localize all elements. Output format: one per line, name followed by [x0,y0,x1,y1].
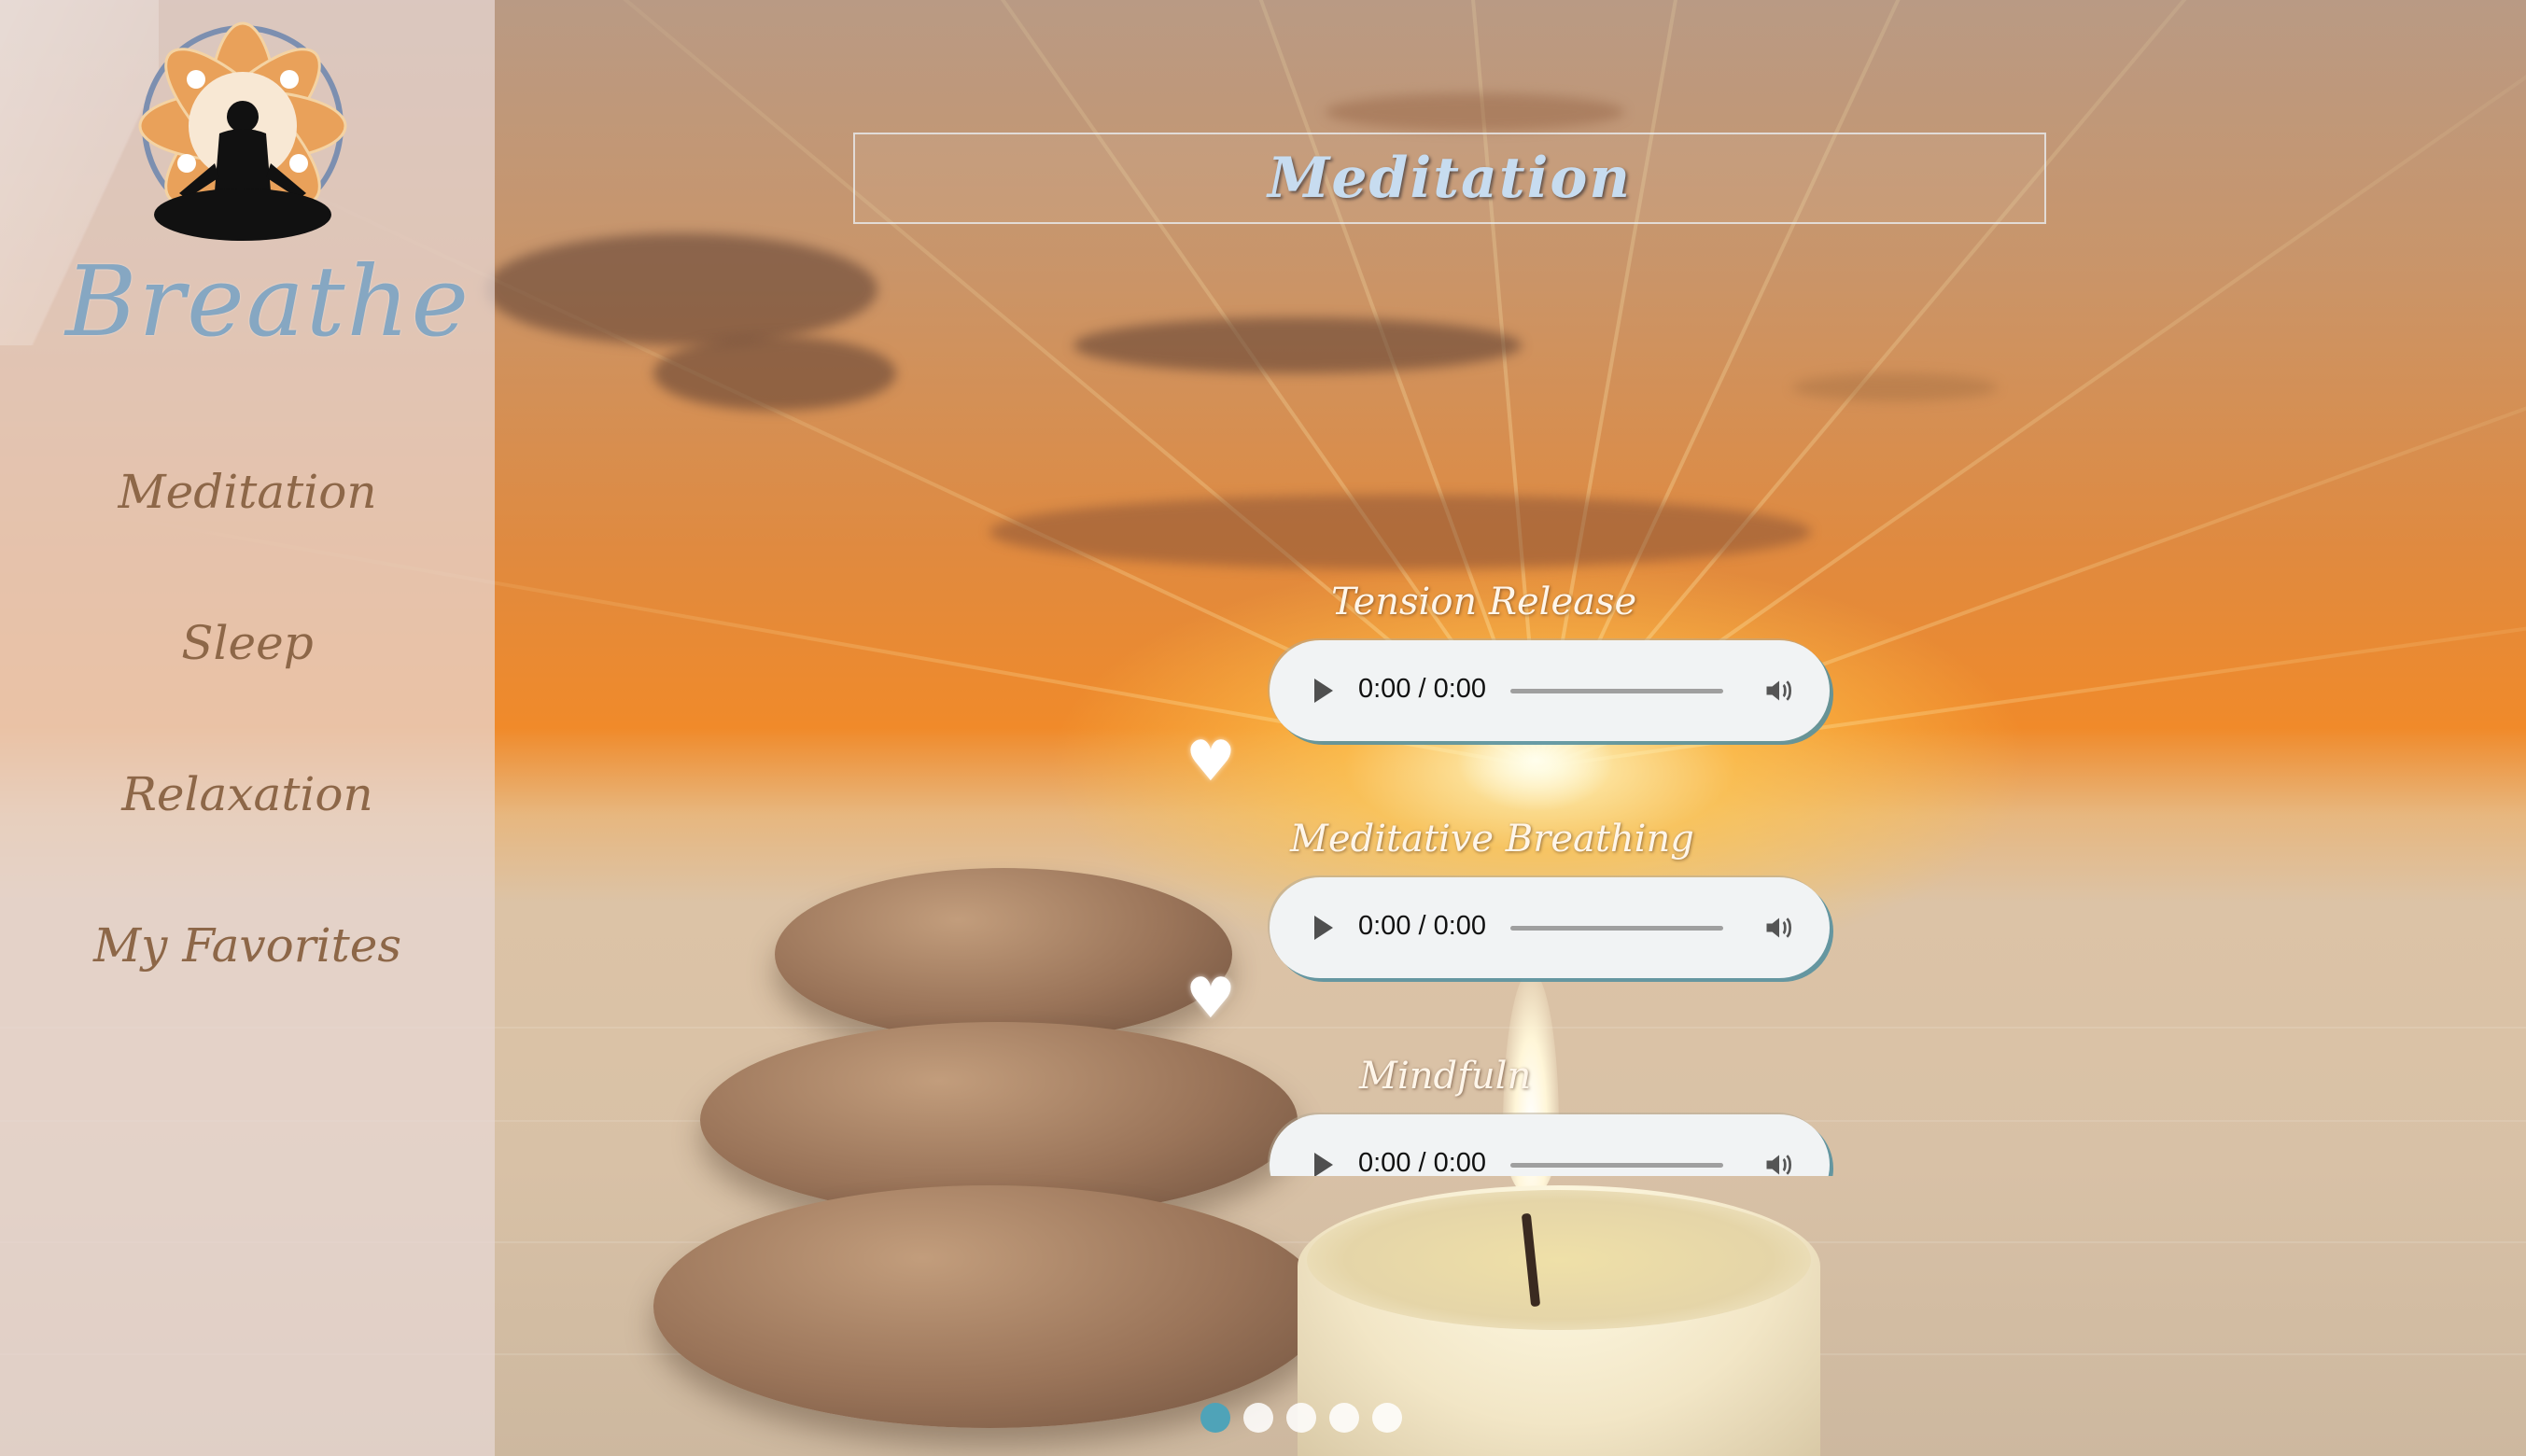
audio-time: 0:00 / 0:00 [1358,911,1487,941]
audio-time: 0:00 / 0:00 [1358,674,1487,704]
track-title: Meditative Breathing [1290,818,1694,861]
track-title: Tension Release [1331,581,1637,623]
favorite-heart-icon[interactable]: ♥ [1186,971,1236,1027]
audio-player[interactable]: 0:00 / 0:00 [1270,640,1830,741]
audio-time: 0:00 / 0:00 [1358,1148,1487,1176]
volume-icon[interactable] [1762,911,1796,945]
cloud [485,233,877,345]
sidebar: Breathe Meditation Sleep Relaxation My F… [0,0,495,1456]
volume-icon[interactable] [1762,1148,1796,1176]
carousel-dot-4[interactable] [1329,1403,1359,1433]
carousel-dot-3[interactable] [1286,1403,1316,1433]
stone [653,1185,1326,1428]
page-title: Meditation [1267,146,1633,211]
logo-text: Breathe [65,245,471,358]
page-title-box: Meditation [853,133,2046,224]
audio-player[interactable]: 0:00 / 0:00 [1270,877,1830,978]
play-icon[interactable] [1314,916,1333,940]
play-icon[interactable] [1314,679,1333,703]
carousel-dot-2[interactable] [1243,1403,1273,1433]
audio-progress-bar[interactable] [1510,926,1723,931]
cloud [653,336,896,411]
volume-icon[interactable] [1762,674,1796,707]
cloud [1326,93,1624,131]
favorite-heart-icon[interactable]: ♥ [1186,734,1236,790]
cloud [1792,373,1998,401]
nav-item-relaxation[interactable]: Relaxation [0,767,495,821]
carousel-dot-5[interactable] [1372,1403,1402,1433]
cloud [1074,317,1522,373]
audio-progress-bar[interactable] [1510,1163,1723,1168]
audio-progress-bar[interactable] [1510,689,1723,693]
nav-item-my-favorites[interactable]: My Favorites [0,918,495,973]
play-icon[interactable] [1314,1153,1333,1176]
candle-wax [1307,1190,1811,1330]
audio-player[interactable]: 0:00 / 0:00 [1270,1114,1830,1176]
carousel-dots [1200,1403,1402,1433]
carousel-dot-1[interactable] [1200,1403,1230,1433]
stone [775,868,1232,1041]
track-title: Mindfuln [1359,1055,1532,1098]
nav-item-meditation[interactable]: Meditation [0,465,495,519]
nav-item-sleep[interactable]: Sleep [0,616,495,670]
cloud [989,495,1811,569]
track-list[interactable]: Tension Release 0:00 / 0:00 ♥ Meditative… [1186,569,1895,1176]
